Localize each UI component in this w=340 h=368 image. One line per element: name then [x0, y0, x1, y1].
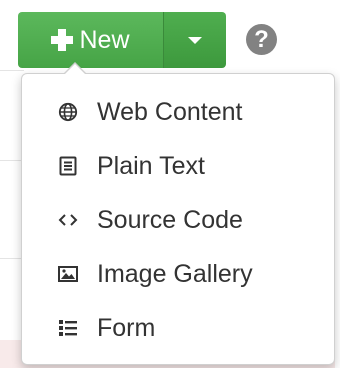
list-icon	[58, 318, 78, 338]
menu-item-label: Web Content	[97, 98, 243, 126]
menu-item-label: Plain Text	[97, 152, 205, 180]
menu-item-plain-text[interactable]: Plain Text	[22, 139, 334, 193]
new-dropdown-toggle[interactable]	[164, 12, 226, 68]
new-button[interactable]: New	[18, 12, 164, 68]
new-button-label: New	[79, 25, 130, 54]
menu-item-web-content[interactable]: Web Content	[22, 85, 334, 139]
background-divider	[0, 70, 24, 71]
new-dropdown-menu: Web Content Plain Text Source Code Image…	[21, 73, 335, 365]
caret-down-icon	[188, 36, 202, 44]
menu-item-label: Form	[97, 314, 156, 342]
stage: New ? Web Content Plain Text Source Code…	[0, 0, 340, 368]
plus-icon	[51, 29, 74, 51]
new-split-button: New	[18, 12, 226, 68]
file-text-icon	[58, 156, 78, 176]
menu-item-label: Image Gallery	[97, 260, 253, 288]
picture-icon	[58, 264, 78, 284]
question-circle-icon[interactable]: ?	[246, 24, 277, 55]
globe-icon	[58, 102, 78, 122]
code-icon	[58, 210, 78, 230]
menu-item-source-code[interactable]: Source Code	[22, 193, 334, 247]
menu-item-form[interactable]: Form	[22, 301, 334, 355]
menu-item-image-gallery[interactable]: Image Gallery	[22, 247, 334, 301]
menu-item-label: Source Code	[97, 206, 243, 234]
